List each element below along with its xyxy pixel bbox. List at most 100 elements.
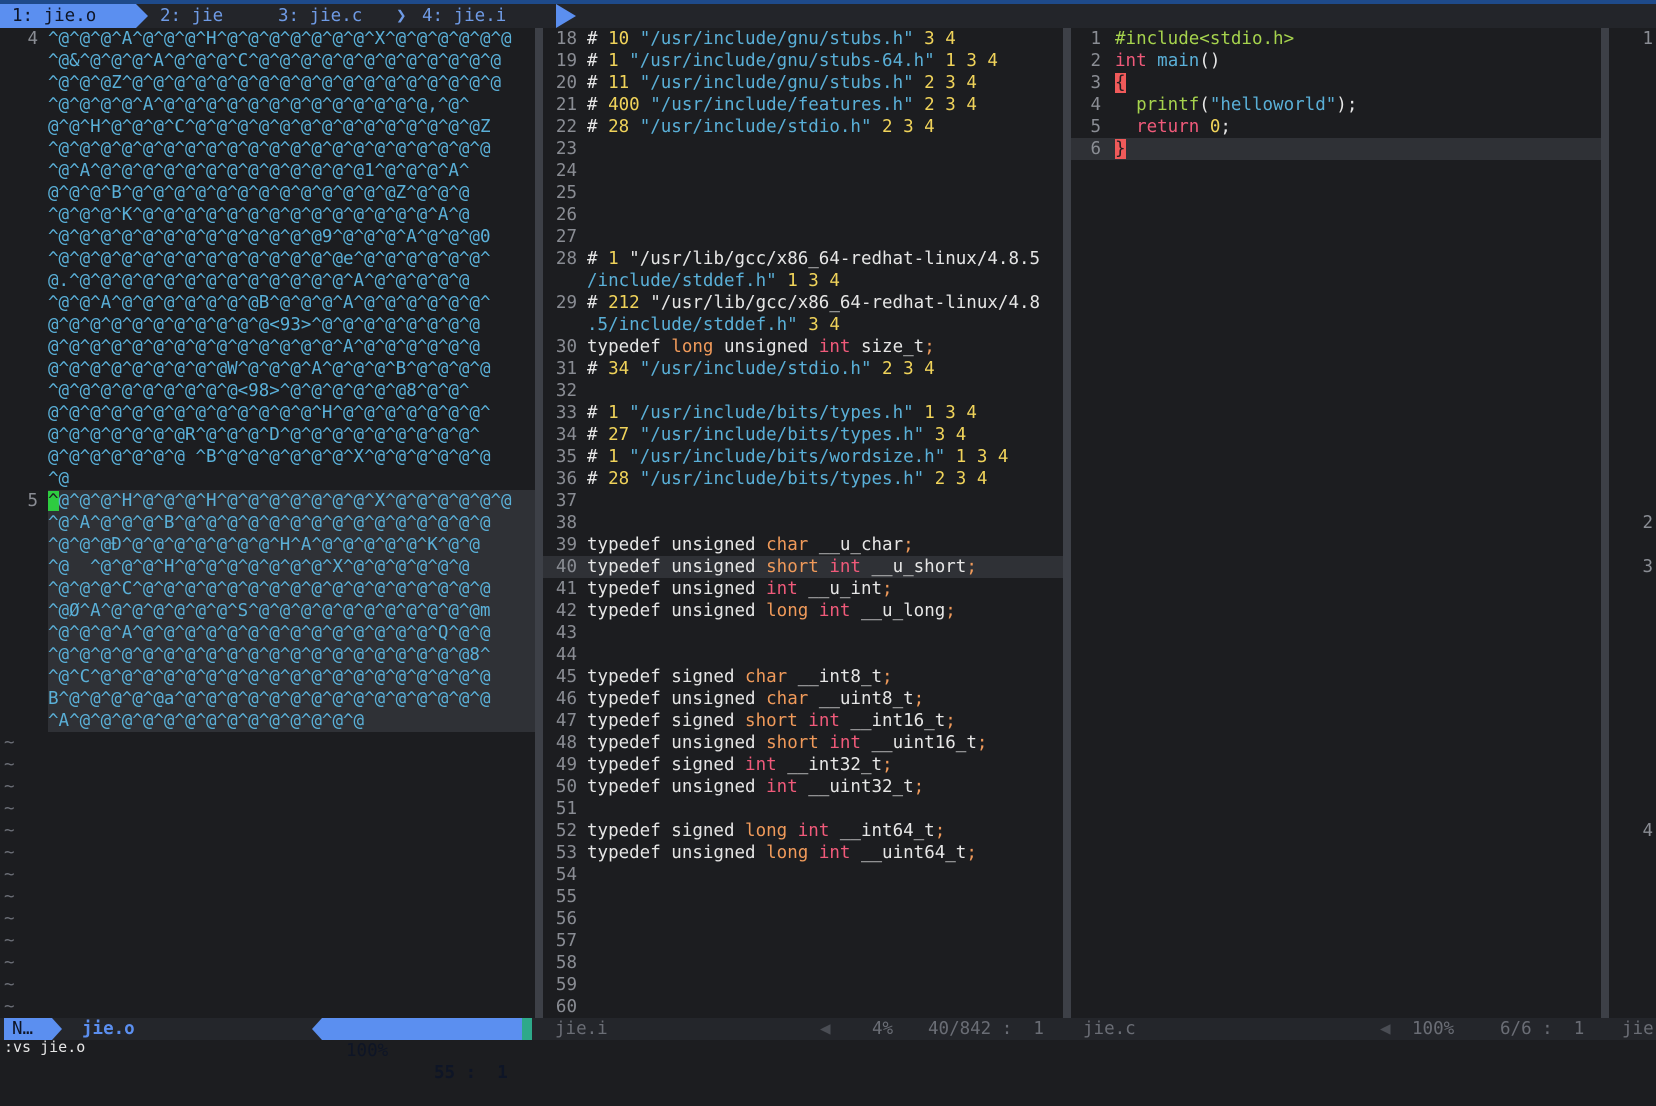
wrapped-line[interactable]: ^@^@^@^@^@^@^@^@^@^@^@^@^@9^@^@^@^A^@^@^… (0, 226, 535, 248)
editor-pane-jie-o[interactable]: 4 ^@^@^@^A^@^@^@^H^@^@^@^@^@^@^@^X^@^@^@^… (0, 28, 535, 1018)
empty-line-marker[interactable]: ~ (1071, 336, 1601, 358)
wrapped-line[interactable]: ^@ ^@^@^@^H^@^@^@^@^@^@^@^X^@^@^@^@^@^@ (48, 556, 535, 578)
tab-jie[interactable]: 2: jie (148, 4, 256, 28)
code-line[interactable]: .5/include/stddef.h" 3 4 (543, 314, 1063, 336)
empty-line-marker[interactable]: ~ (0, 842, 535, 864)
empty-line-marker[interactable]: ~ (1071, 314, 1601, 336)
code-line[interactable]: 44 (543, 644, 1063, 666)
empty-line-marker[interactable]: ~ (1071, 556, 1601, 578)
code-line[interactable]: 52 typedef signed long int __int64_t; (543, 820, 1063, 842)
wrapped-line[interactable]: @^@^@^@^@^@^@R^@^@^@^D^@^@^@^@^@^@^@^@^@… (0, 424, 535, 446)
code-line[interactable]: 50 typedef unsigned int __uint32_t; (543, 776, 1063, 798)
wrapped-line[interactable]: 4 ^@^@^@^A^@^@^@^H^@^@^@^@^@^@^@^X^@^@^@^… (0, 28, 535, 50)
code-line[interactable]: 25 (543, 182, 1063, 204)
code-line[interactable]: 5 return 0; (1071, 116, 1601, 138)
wrapped-line[interactable]: ^@^@^A^@^@^@^@^@^@^@B^@^@^@^A^@^@^@^@^@^… (0, 292, 535, 314)
command-line[interactable]: :vs jie.o (4, 1040, 85, 1055)
empty-line-marker[interactable]: ~ (1071, 754, 1601, 776)
vertical-split-separator[interactable] (1601, 28, 1609, 1018)
code-line[interactable]: 2 (1609, 512, 1656, 534)
wrapped-line[interactable]: ^@^A^@^@^@^B^@^@^@^@^@^@^@^@^@^@^@^@^@^@… (48, 512, 535, 534)
wrapped-line[interactable]: ^@&^@^@^@^A^@^@^@^C^@^@^@^@^@^@^@^@^@^@^… (0, 50, 535, 72)
wrapped-line[interactable]: @^@^@^@^@^@^@^@^@W^@^@^@^A^@^@^@^B^@^@^@… (0, 358, 535, 380)
empty-line-marker[interactable]: ~ (0, 798, 535, 820)
vertical-split-separator[interactable] (1063, 28, 1071, 1018)
empty-line-marker[interactable]: ~ (0, 776, 535, 798)
code-line[interactable]: 23 (543, 138, 1063, 160)
empty-line-marker[interactable]: ~ (1071, 908, 1601, 930)
code-line[interactable]: 42 typedef unsigned long int __u_long; (543, 600, 1063, 622)
vertical-split-separator[interactable] (535, 28, 543, 1018)
empty-line-marker[interactable]: ~ (1071, 688, 1601, 710)
editor-pane-jie-i[interactable]: 18 # 10 "/usr/include/gnu/stubs.h" 3 4 19 #… (543, 28, 1063, 1018)
code-line[interactable]: 47 typedef signed short int __int16_t; (543, 710, 1063, 732)
code-line[interactable]: 32 (543, 380, 1063, 402)
code-line[interactable]: 4 (1609, 820, 1656, 842)
empty-line-marker[interactable]: ~ (0, 732, 535, 754)
empty-line-marker[interactable]: ~ (1071, 358, 1601, 380)
code-line[interactable]: 1 (1609, 28, 1656, 50)
wrapped-line[interactable]: ^@Ø^A^@^@^@^@^@^@^S^@^@^@^@^@^@^@^@^@^@^… (48, 600, 535, 622)
empty-line-marker[interactable]: ~ (1071, 270, 1601, 292)
empty-line-marker[interactable]: ~ (0, 908, 535, 930)
code-line[interactable]: 51 (543, 798, 1063, 820)
wrapped-line[interactable]: ^@ (0, 468, 535, 490)
empty-line-marker[interactable]: ~ (0, 930, 535, 952)
code-line[interactable]: 58 (543, 952, 1063, 974)
code-line[interactable]: 27 (543, 226, 1063, 248)
empty-line-marker[interactable]: ~ (1071, 248, 1601, 270)
empty-line-marker[interactable]: ~ (1071, 886, 1601, 908)
code-line[interactable]: 19 # 1 "/usr/include/gnu/stubs-64.h" 1 3 … (543, 50, 1063, 72)
empty-line-marker[interactable]: ~ (1071, 226, 1601, 248)
wrapped-line[interactable]: ^@^@^@^@^@^@^@^@^@<98>^@^@^@^@^@^@8^@^@^ (0, 380, 535, 402)
wrapped-line[interactable]: ^@^@^@^K^@^@^@^@^@^@^@^@^@^@^@^@^@^@^A^@ (0, 204, 535, 226)
empty-line-marker[interactable]: ~ (1071, 820, 1601, 842)
code-line[interactable]: 45 typedef signed char __int8_t; (543, 666, 1063, 688)
empty-line-marker[interactable]: ~ (0, 886, 535, 908)
code-line[interactable]: 57 (543, 930, 1063, 952)
empty-line-marker[interactable]: ~ (0, 754, 535, 776)
code-line[interactable]: 22 # 28 "/usr/include/stdio.h" 2 3 4 (543, 116, 1063, 138)
code-line[interactable]: 20 # 11 "/usr/include/gnu/stubs.h" 2 3 4 (543, 72, 1063, 94)
empty-line-marker[interactable]: ~ (1071, 952, 1601, 974)
code-line[interactable]: 38 (543, 512, 1063, 534)
tab-jie-o[interactable]: 1: jie.o (0, 4, 136, 28)
code-line[interactable]: 6} (1071, 138, 1601, 160)
wrapped-line[interactable]: @^@^@^@^@^@^@^@^@^@^@<93>^@^@^@^@^@^@^@^… (0, 314, 535, 336)
wrapped-line[interactable]: B^@^@^@^@^@a^@^@^@^@^@^@^@^@^@^@^@^@^@^@… (48, 688, 535, 710)
tab-jie-i[interactable]: 4: jie.i (410, 4, 550, 28)
wrapped-line[interactable]: @^@^@^@^@^@^@ ^B^@^@^@^@^@^@^X^@^@^@^@^@… (0, 446, 535, 468)
empty-line-marker[interactable]: ~ (1071, 204, 1601, 226)
empty-line-marker[interactable]: ~ (1071, 842, 1601, 864)
wrapped-line[interactable]: @^@^H^@^@^@^C^@^@^@^@^@^@^@^@^@^@^@^@^@^… (0, 116, 535, 138)
code-line[interactable]: 36 # 28 "/usr/include/bits/types.h" 2 3 4 (543, 468, 1063, 490)
empty-line-marker[interactable]: ~ (1071, 864, 1601, 886)
empty-line-marker[interactable]: ~ (1071, 996, 1601, 1018)
empty-line-marker[interactable]: ~ (1071, 930, 1601, 952)
code-line[interactable]: 21 # 400 "/usr/include/features.h" 2 3 4 (543, 94, 1063, 116)
code-line[interactable]: 4 printf("helloworld"); (1071, 94, 1601, 116)
empty-line-marker[interactable]: ~ (1071, 732, 1601, 754)
empty-line-marker[interactable]: ~ (1071, 468, 1601, 490)
empty-line-marker[interactable]: ~ (1071, 380, 1601, 402)
empty-line-marker[interactable]: ~ (1071, 776, 1601, 798)
tab-jie-c[interactable]: 3: jie.c (266, 4, 392, 28)
code-line[interactable]: 55 (543, 886, 1063, 908)
empty-line-marker[interactable]: ~ (0, 820, 535, 842)
code-line[interactable]: 30 typedef long unsigned int size_t; (543, 336, 1063, 358)
wrapped-line[interactable]: 5 ^@^@^@^H^@^@^@^H^@^@^@^@^@^@^@^X^@^@^@^… (27, 490, 535, 512)
editor-pane-jie[interactable]: 1 2 3 4 (1609, 28, 1656, 1018)
code-line[interactable]: 3 (1609, 556, 1656, 578)
code-line[interactable]: 60 (543, 996, 1063, 1018)
empty-line-marker[interactable]: ~ (1071, 974, 1601, 996)
empty-line-marker[interactable]: ~ (1071, 710, 1601, 732)
code-line[interactable]: 24 (543, 160, 1063, 182)
code-line[interactable]: 37 (543, 490, 1063, 512)
wrapped-line[interactable]: ^@^@^@^@^@^@^@^@^@^@^@^@^@^@e^@^@^@^@^@^… (0, 248, 535, 270)
empty-line-marker[interactable]: ~ (1071, 622, 1601, 644)
code-line[interactable]: 35 # 1 "/usr/include/bits/wordsize.h" 1 3… (543, 446, 1063, 468)
empty-line-marker[interactable]: ~ (1071, 292, 1601, 314)
empty-line-marker[interactable]: ~ (1071, 446, 1601, 468)
empty-line-marker[interactable]: ~ (1071, 534, 1601, 556)
empty-line-marker[interactable]: ~ (1071, 160, 1601, 182)
